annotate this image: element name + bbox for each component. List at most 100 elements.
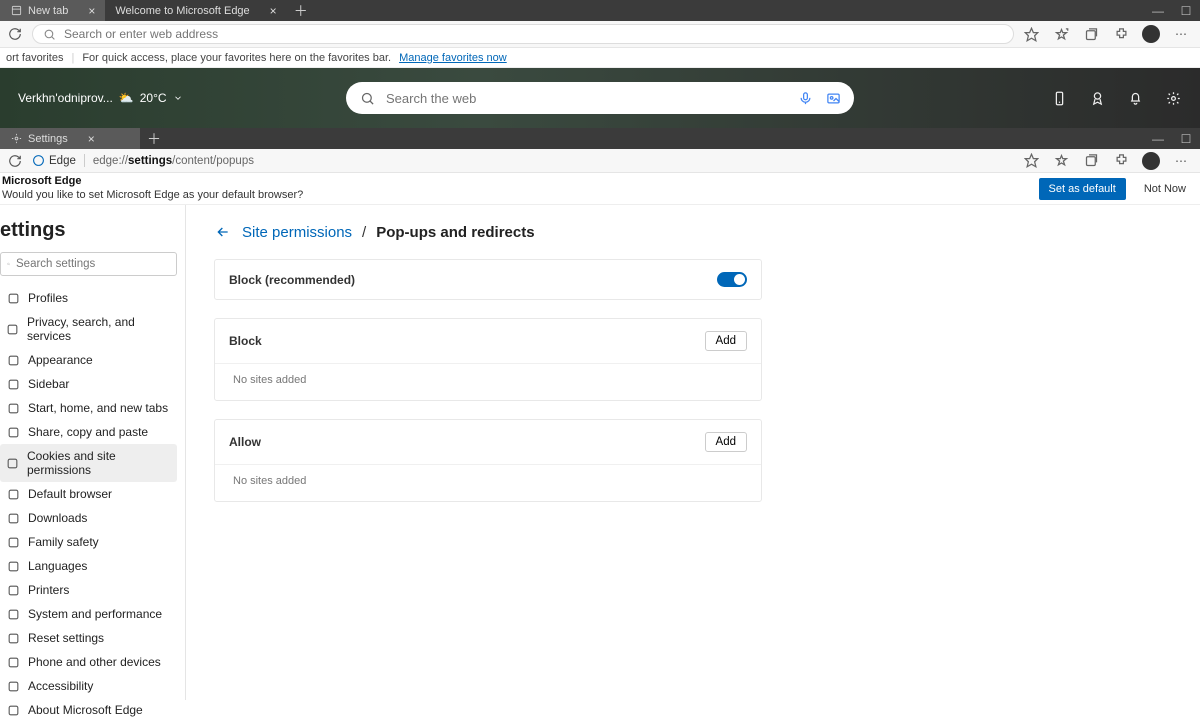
new-tab-button[interactable]: ＋ [287, 0, 315, 21]
edge-icon [32, 154, 45, 167]
gear-icon[interactable] [1164, 89, 1182, 107]
address-bar[interactable]: Edge edge://settings/content/popups [32, 154, 1014, 167]
sidebar-item-label: System and performance [28, 607, 162, 621]
close-icon[interactable]: × [88, 132, 95, 146]
maximize-button[interactable]: ☐ [1172, 128, 1200, 149]
profile-avatar[interactable] [1142, 152, 1160, 170]
favorites-icon[interactable] [1052, 25, 1070, 43]
sidebar-item-label: Phone and other devices [28, 655, 161, 669]
sidebar-item-share-copy-and-paste[interactable]: Share, copy and paste [0, 420, 177, 444]
rewards-icon[interactable] [1088, 89, 1106, 107]
breadcrumb-link[interactable]: Site permissions [242, 224, 352, 241]
bell-icon[interactable] [1126, 89, 1144, 107]
profile-avatar[interactable] [1142, 25, 1160, 43]
default-browser-infobar: Microsoft Edge Would you like to set Mic… [0, 173, 1200, 205]
block-toggle[interactable] [717, 272, 747, 287]
sidebar-item-default-browser[interactable]: Default browser [0, 482, 177, 506]
weather-widget[interactable]: Verkhn'odniprov... ⛅ 20°C [18, 91, 183, 105]
window1-toolbar: ⋯ [0, 21, 1200, 48]
not-now-button[interactable]: Not Now [1136, 178, 1194, 200]
weather-icon: ⛅ [119, 91, 134, 105]
minimize-button[interactable]: — [1144, 128, 1172, 149]
favorite-star-icon[interactable] [1022, 25, 1040, 43]
sidebar-icon [6, 487, 20, 501]
voice-icon[interactable] [796, 89, 814, 107]
add-block-button[interactable]: Add [705, 331, 747, 351]
weather-city: Verkhn'odniprov... [18, 91, 113, 105]
extensions-icon[interactable] [1112, 25, 1130, 43]
sidebar-item-sidebar[interactable]: Sidebar [0, 372, 177, 396]
favorites-icon[interactable] [1052, 152, 1070, 170]
ntp-search-input[interactable] [386, 91, 786, 106]
sidebar-item-downloads[interactable]: Downloads [0, 506, 177, 530]
newtab-icon [10, 5, 22, 17]
sidebar-item-profiles[interactable]: Profiles [0, 286, 177, 310]
tab-title: Welcome to Microsoft Edge [115, 5, 249, 17]
sidebar-item-cookies-and-site-permissions[interactable]: Cookies and site permissions [0, 444, 177, 482]
window-controls: — ☐ [1144, 128, 1200, 149]
close-icon[interactable]: × [270, 4, 277, 18]
reload-button[interactable] [6, 25, 24, 43]
sidebar-item-family-safety[interactable]: Family safety [0, 530, 177, 554]
sidebar-item-reset-settings[interactable]: Reset settings [0, 626, 177, 650]
chevron-down-icon [173, 93, 183, 103]
tab-title: Settings [28, 133, 68, 145]
settings-search-input[interactable] [16, 258, 170, 270]
address-bar[interactable] [32, 24, 1014, 44]
sidebar-item-about-microsoft-edge[interactable]: About Microsoft Edge [0, 698, 177, 722]
new-tab-page: Verkhn'odniprov... ⛅ 20°C [0, 68, 1200, 128]
tab-welcome[interactable]: Welcome to Microsoft Edge × [105, 0, 286, 21]
address-input[interactable] [64, 27, 1003, 41]
block-recommended-label: Block (recommended) [229, 273, 355, 287]
image-search-icon[interactable] [824, 89, 842, 107]
mobile-icon[interactable] [1050, 89, 1068, 107]
sidebar-icon [6, 456, 19, 470]
new-tab-button[interactable]: ＋ [140, 128, 168, 149]
sidebar-item-label: Reset settings [28, 631, 104, 645]
sidebar-icon [6, 511, 20, 525]
extensions-icon[interactable] [1112, 152, 1130, 170]
reload-button[interactable] [6, 152, 24, 170]
tab-settings[interactable]: Settings × [0, 128, 140, 149]
add-allow-button[interactable]: Add [705, 432, 747, 452]
back-button[interactable] [214, 223, 232, 241]
collections-icon[interactable] [1082, 25, 1100, 43]
ntp-search-box[interactable] [346, 82, 854, 114]
settings-main: Site permissions / Pop-ups and redirects… [186, 205, 1200, 700]
sidebar-item-label: Languages [28, 559, 87, 573]
sidebar-item-start-home-and-new-tabs[interactable]: Start, home, and new tabs [0, 396, 177, 420]
block-empty: No sites added [215, 363, 761, 400]
sidebar-item-label: Downloads [28, 511, 87, 525]
sidebar-item-phone-and-other-devices[interactable]: Phone and other devices [0, 650, 177, 674]
import-favorites[interactable]: ort favorites [6, 52, 63, 64]
sidebar-item-printers[interactable]: Printers [0, 578, 177, 602]
sidebar-item-system-and-performance[interactable]: System and performance [0, 602, 177, 626]
favorite-star-icon[interactable] [1022, 152, 1040, 170]
close-icon[interactable]: × [88, 4, 95, 18]
allow-empty: No sites added [215, 464, 761, 501]
menu-icon[interactable]: ⋯ [1172, 25, 1190, 43]
tab-newtab[interactable]: New tab × [0, 0, 105, 21]
block-recommended-card: Block (recommended) [214, 259, 762, 300]
menu-icon[interactable]: ⋯ [1172, 152, 1190, 170]
sidebar-item-appearance[interactable]: Appearance [0, 348, 177, 372]
sidebar-item-label: Privacy, search, and services [27, 315, 171, 343]
sidebar-item-label: Start, home, and new tabs [28, 401, 168, 415]
sidebar-item-privacy-search-and-services[interactable]: Privacy, search, and services [0, 310, 177, 348]
manage-favorites-link[interactable]: Manage favorites now [399, 52, 507, 64]
favorites-bar: ort favorites | For quick access, place … [0, 48, 1200, 68]
sidebar-item-label: Printers [28, 583, 69, 597]
window2-toolbar: Edge edge://settings/content/popups ⋯ [0, 149, 1200, 173]
settings-title: ettings [0, 215, 177, 252]
minimize-button[interactable]: — [1144, 0, 1172, 21]
sidebar-item-label: Profiles [28, 291, 68, 305]
settings-search[interactable] [0, 252, 177, 276]
collections-icon[interactable] [1082, 152, 1100, 170]
maximize-button[interactable]: ☐ [1172, 0, 1200, 21]
sidebar-icon [6, 583, 20, 597]
set-default-button[interactable]: Set as default [1039, 178, 1126, 200]
sidebar-item-label: Family safety [28, 535, 99, 549]
sidebar-item-accessibility[interactable]: Accessibility [0, 674, 177, 698]
sidebar-item-label: Appearance [28, 353, 93, 367]
sidebar-item-languages[interactable]: Languages [0, 554, 177, 578]
